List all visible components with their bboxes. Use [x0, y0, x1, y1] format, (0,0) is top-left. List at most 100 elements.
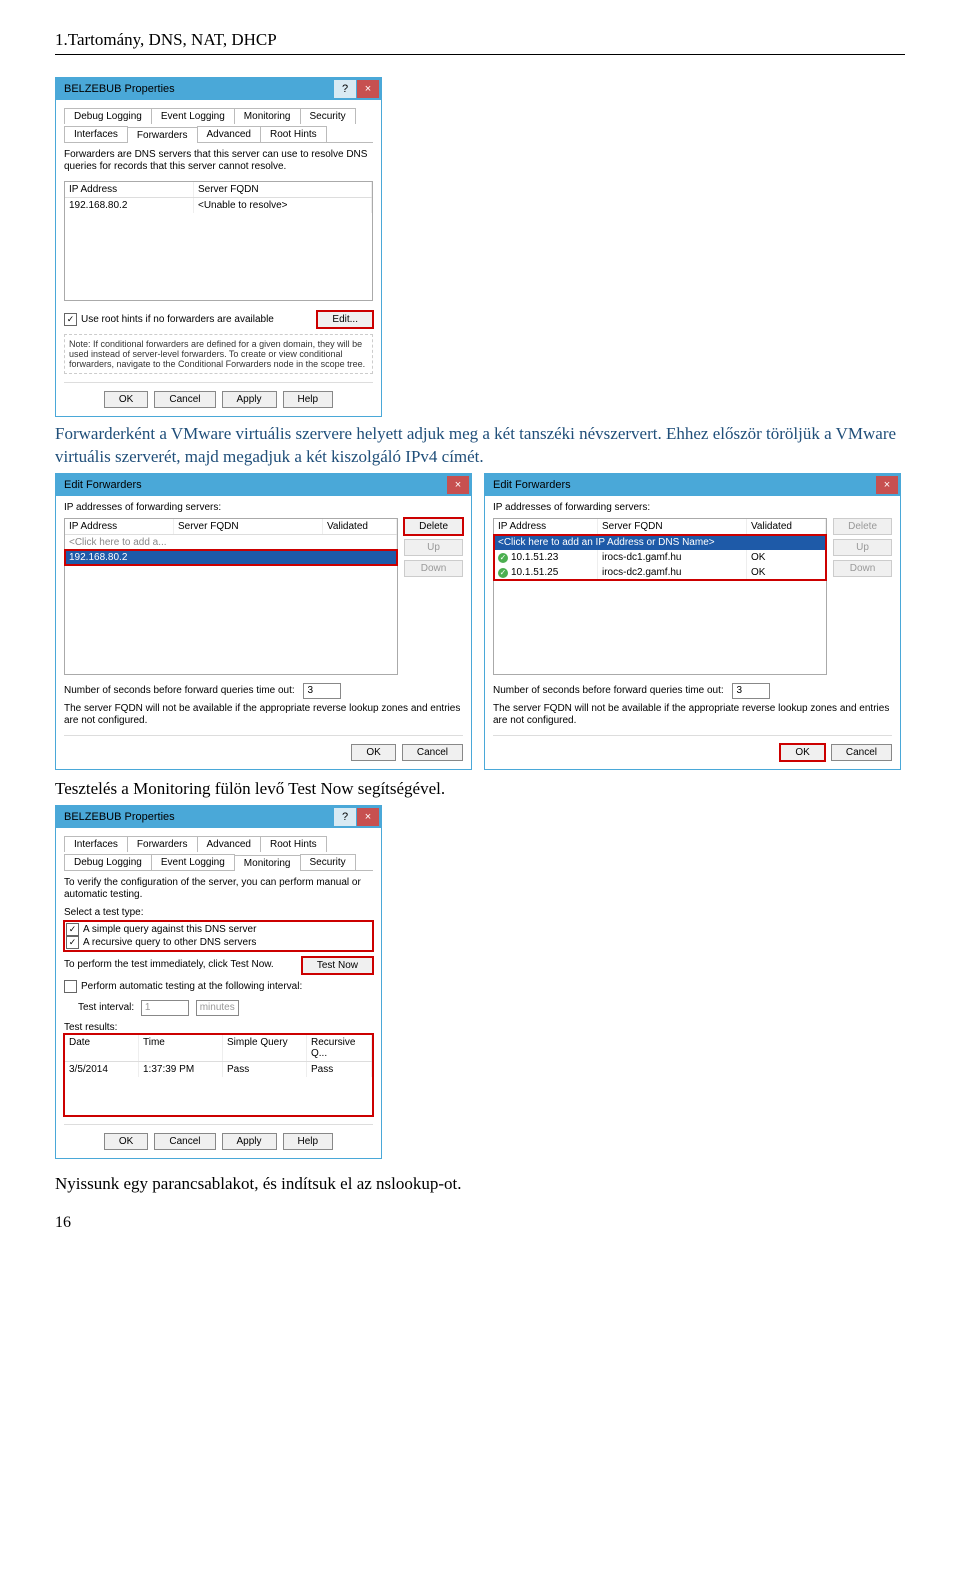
tab-root-hints[interactable]: Root Hints [260, 126, 327, 142]
col-date: Date [65, 1035, 139, 1061]
close-button[interactable]: × [357, 80, 379, 98]
click-to-add[interactable]: <Click here to add a... [65, 535, 397, 550]
help-button[interactable]: ? [334, 80, 356, 98]
tab-advanced[interactable]: Advanced [197, 836, 261, 852]
tab-monitoring[interactable]: Monitoring [234, 108, 301, 124]
row-valid: OK [747, 550, 826, 565]
tab-advanced[interactable]: Advanced [197, 126, 261, 142]
apply-button[interactable]: Apply [222, 1133, 277, 1150]
test-now-button[interactable]: Test Now [302, 957, 373, 974]
cancel-button[interactable]: Cancel [154, 1133, 215, 1150]
dialog-title: BELZEBUB Properties [64, 83, 333, 95]
interval-label: Test interval: [78, 1002, 134, 1013]
tab-root-hints[interactable]: Root Hints [260, 836, 327, 852]
tabs-row: Interfaces Forwarders Advanced Root Hint… [64, 834, 373, 871]
tab-debug-logging[interactable]: Debug Logging [64, 108, 152, 124]
row-fqdn: irocs-dc1.gamf.hu [598, 550, 747, 565]
close-button[interactable]: × [447, 476, 469, 494]
edit-forwarders-dialog-after: Edit Forwarders × IP addresses of forwar… [484, 473, 901, 770]
col-recursive: Recursive Q... [307, 1035, 372, 1061]
ip-addresses-label: IP addresses of forwarding servers: [493, 502, 892, 514]
ok-button[interactable]: OK [104, 1133, 148, 1150]
tab-interfaces[interactable]: Interfaces [64, 126, 128, 142]
titlebar: Edit Forwarders × [56, 474, 471, 496]
tabs-row: Debug Logging Event Logging Monitoring S… [64, 106, 373, 143]
col-validated: Validated [747, 519, 826, 534]
titlebar: BELZEBUB Properties ? × [56, 78, 381, 100]
col-validated: Validated [323, 519, 397, 534]
ip-addresses-label: IP addresses of forwarding servers: [64, 502, 463, 514]
forwarding-servers-list[interactable]: IP Address Server FQDN Validated <Click … [493, 518, 827, 675]
up-button[interactable]: Up [404, 539, 463, 556]
dialog-title: BELZEBUB Properties [64, 811, 333, 823]
tab-monitoring[interactable]: Monitoring [234, 855, 301, 871]
ok-button[interactable]: OK [351, 744, 395, 761]
col-time: Time [139, 1035, 223, 1061]
page-header: 1.Tartomány, DNS, NAT, DHCP [55, 30, 905, 55]
use-root-label: Use root hints if no forwarders are avai… [81, 314, 274, 325]
checkbox-icon: ✓ [64, 313, 77, 326]
interval-unit: minutes [196, 1000, 239, 1016]
recursive-query-label: A recursive query to other DNS servers [83, 937, 256, 948]
result-time: 1:37:39 PM [139, 1062, 223, 1077]
page-number: 16 [55, 1214, 905, 1232]
timeout-input[interactable]: 3 [303, 683, 341, 699]
click-to-add[interactable]: <Click here to add an IP Address or DNS … [494, 535, 826, 550]
simple-query-checkbox[interactable]: ✓ A simple query against this DNS server [66, 923, 256, 936]
timeout-label: Number of seconds before forward queries… [64, 685, 295, 696]
auto-test-checkbox[interactable]: Perform automatic testing at the followi… [64, 980, 302, 993]
interval-input: 1 [141, 1000, 189, 1016]
tab-forwarders[interactable]: Forwarders [127, 836, 198, 852]
timeout-label: Number of seconds before forward queries… [493, 685, 724, 696]
titlebar: BELZEBUB Properties ? × [56, 806, 381, 828]
fqdn-note: The server FQDN will not be available if… [64, 703, 463, 727]
ok-button[interactable]: OK [780, 744, 824, 761]
ok-icon: ✓ [498, 553, 508, 563]
tab-interfaces[interactable]: Interfaces [64, 836, 128, 852]
close-button[interactable]: × [876, 476, 898, 494]
cancel-button[interactable]: Cancel [402, 744, 463, 761]
help-button[interactable]: Help [283, 1133, 334, 1150]
forwarders-list[interactable]: IP Address Server FQDN 192.168.80.2 <Una… [64, 181, 373, 301]
tab-debug-logging[interactable]: Debug Logging [64, 854, 152, 870]
tab-security[interactable]: Security [300, 854, 356, 870]
ok-button[interactable]: OK [104, 391, 148, 408]
paragraph-2: Tesztelés a Monitoring fülön levő Test N… [55, 778, 905, 801]
tab-forwarders[interactable]: Forwarders [127, 127, 198, 143]
conditional-note: Note: If conditional forwarders are defi… [64, 334, 373, 374]
delete-button[interactable]: Delete [833, 518, 892, 535]
perform-label: To perform the test immediately, click T… [64, 959, 274, 971]
timeout-input[interactable]: 3 [732, 683, 770, 699]
row-fqdn: <Unable to resolve> [194, 198, 372, 213]
selected-ip[interactable]: 192.168.80.2 [65, 550, 397, 565]
row-ip: 10.1.51.23 [511, 552, 558, 563]
edit-forwarders-dialog-before: Edit Forwarders × IP addresses of forwar… [55, 473, 472, 770]
checkbox-icon: ✓ [66, 936, 79, 949]
up-button[interactable]: Up [833, 539, 892, 556]
delete-button[interactable]: Delete [404, 518, 463, 535]
apply-button[interactable]: Apply [222, 391, 277, 408]
col-fqdn: Server FQDN [598, 519, 747, 534]
help-button[interactable]: Help [283, 391, 334, 408]
tab-event-logging[interactable]: Event Logging [151, 108, 235, 124]
col-simple: Simple Query [223, 1035, 307, 1061]
forwarders-intro: Forwarders are DNS servers that this ser… [64, 149, 373, 173]
auto-test-label: Perform automatic testing at the followi… [81, 981, 302, 992]
edit-button[interactable]: Edit... [317, 311, 373, 328]
forwarding-servers-list[interactable]: IP Address Server FQDN Validated <Click … [64, 518, 398, 675]
results-label: Test results: [64, 1022, 373, 1034]
down-button[interactable]: Down [404, 560, 463, 577]
recursive-query-checkbox[interactable]: ✓ A recursive query to other DNS servers [66, 936, 256, 949]
cancel-button[interactable]: Cancel [154, 391, 215, 408]
checkbox-icon [64, 980, 77, 993]
cancel-button[interactable]: Cancel [831, 744, 892, 761]
close-button[interactable]: × [357, 808, 379, 826]
paragraph-3: Nyissunk egy parancsablakot, és indítsuk… [55, 1173, 905, 1196]
tab-event-logging[interactable]: Event Logging [151, 854, 235, 870]
help-button[interactable]: ? [334, 808, 356, 826]
dns-monitoring-dialog: BELZEBUB Properties ? × Interfaces Forwa… [55, 805, 382, 1159]
down-button[interactable]: Down [833, 560, 892, 577]
tab-security[interactable]: Security [300, 108, 356, 124]
test-results-list: Date Time Simple Query Recursive Q... 3/… [64, 1034, 373, 1116]
use-root-hints-checkbox[interactable]: ✓ Use root hints if no forwarders are av… [64, 313, 274, 326]
